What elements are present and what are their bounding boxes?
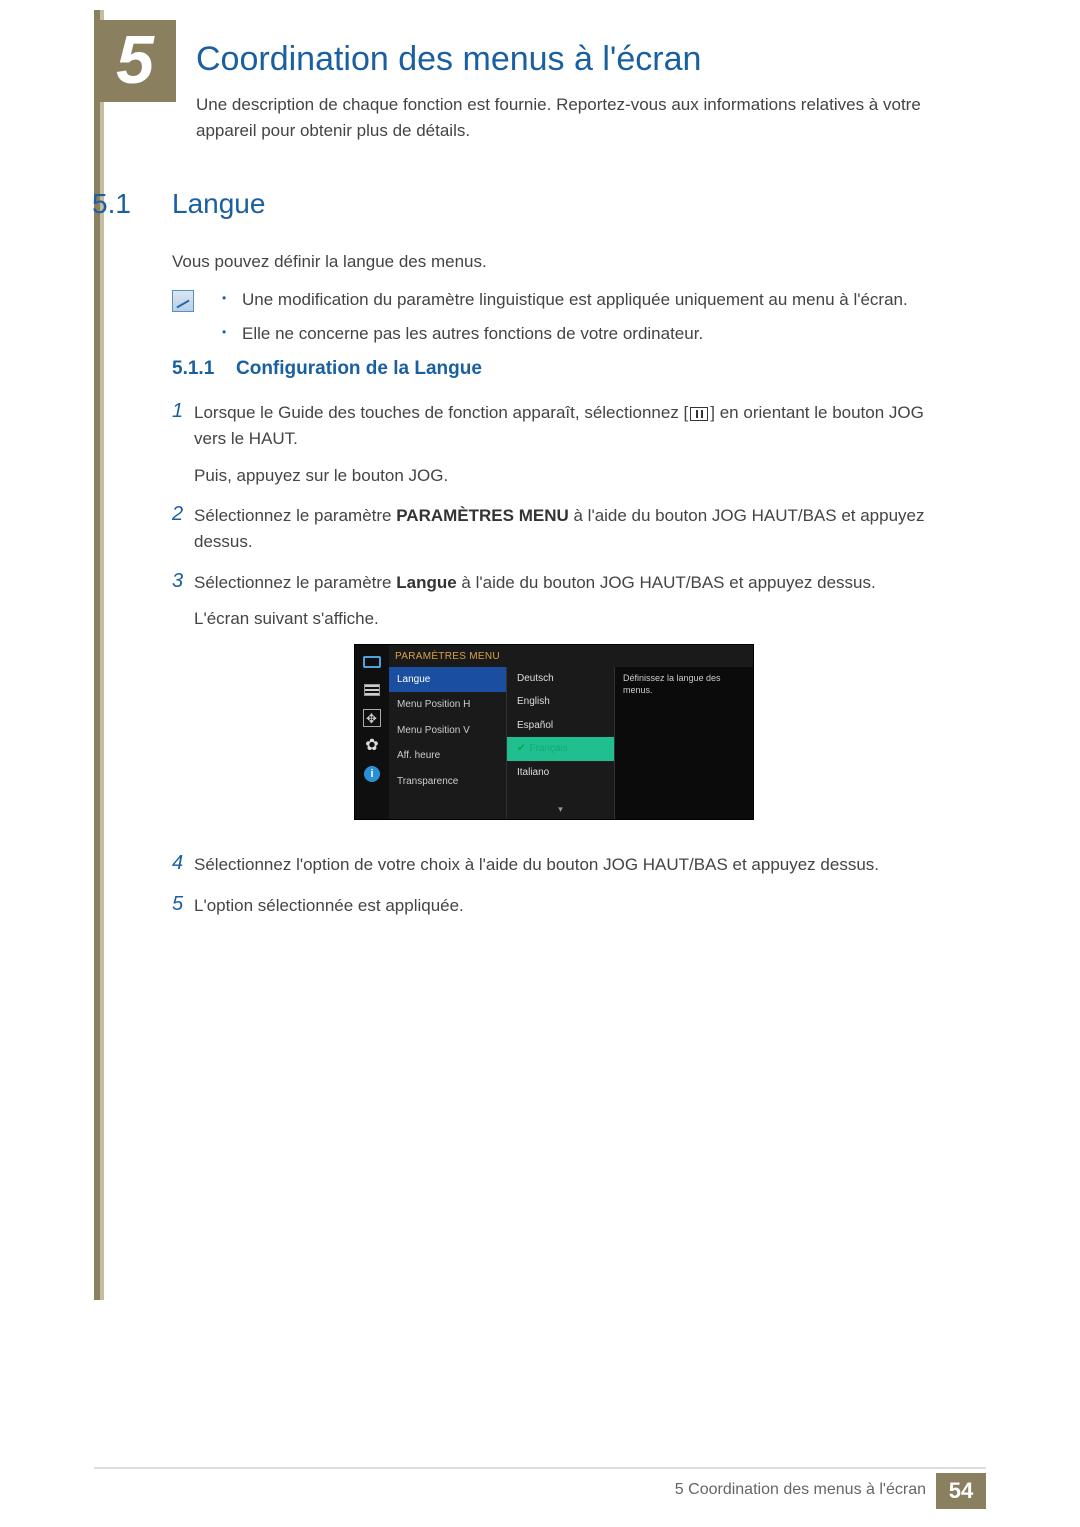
step-text: L'option sélectionnée est appliquée. [194,893,464,919]
step-text-part: Sélectionnez le paramètre [194,506,396,525]
step-text-part: à l'aide du bouton JOG HAUT/BAS et appuy… [457,573,876,592]
footer-chapter-label: 5 Coordination des menus à l'écran [675,1481,926,1499]
osd-screenshot: ✿ i PARAMÈTRES MENU Langue Menu Position… [354,644,754,820]
arrows-icon [362,709,382,727]
step-2: 2 Sélectionnez le paramètre PARAMÈTRES M… [172,503,932,556]
subsection-title: Configuration de la Langue [236,358,482,380]
steps-list: 1 Lorsque le Guide des touches de foncti… [172,400,932,933]
section-intro: Vous pouvez définir la langue des menus. [172,252,487,272]
osd-option: Español [507,714,614,738]
info-icon: i [362,765,382,783]
osd-main: PARAMÈTRES MENU Langue Menu Position H M… [389,645,753,819]
step-number: 4 [172,852,194,878]
subsection-number: 5.1.1 [172,358,214,380]
osd-menu-item: Transparence [389,769,506,795]
osd-menu-item: Aff. heure [389,743,506,769]
osd-menu-item-selected: Langue [389,667,506,693]
monitor-icon [362,653,382,671]
step-text-part: L'écran suivant s'affiche. [194,609,379,628]
step-text-part: Puis, appuyez sur le bouton JOG. [194,466,448,485]
step-text: Sélectionnez le paramètre PARAMÈTRES MEN… [194,503,932,556]
osd-menu-column: Langue Menu Position H Menu Position V A… [389,667,507,820]
step-4: 4 Sélectionnez l'option de votre choix à… [172,852,932,878]
chapter-number-box: 5 [94,20,176,102]
osd-help-text: Définissez la langue des menus. [615,667,753,820]
footer-page-number: 54 [936,1473,986,1509]
step-number: 3 [172,570,194,839]
document-page: 5 Coordination des menus à l'écran Une d… [0,0,1080,1527]
osd-header: PARAMÈTRES MENU [389,645,753,667]
bold-term: Langue [396,573,456,592]
step-5: 5 L'option sélectionnée est appliquée. [172,893,932,919]
osd-option: Deutsch [507,667,614,691]
step-number: 5 [172,893,194,919]
step-3: 3 Sélectionnez le paramètre Langue à l'a… [172,570,932,839]
footer-divider [94,1467,986,1469]
list-icon [362,681,382,699]
step-text: Sélectionnez l'option de votre choix à l… [194,852,879,878]
osd-option-label: Français [529,743,567,754]
check-icon: ✔ [517,743,525,754]
gear-icon: ✿ [362,737,382,755]
note-item: Une modification du paramètre linguistiq… [222,288,922,312]
note-item: Elle ne concerne pas les autres fonction… [222,322,922,346]
bold-term: PARAMÈTRES MENU [396,506,569,525]
section-title: Langue [172,188,265,220]
chapter-title: Coordination des menus à l'écran [196,40,701,79]
step-text-part: Sélectionnez le paramètre [194,573,396,592]
osd-menu-item: Menu Position V [389,718,506,744]
step-text: Lorsque le Guide des touches de fonction… [194,400,932,489]
osd-option: English [507,690,614,714]
step-number: 1 [172,400,194,489]
osd-menu-item: Menu Position H [389,692,506,718]
menu-icon [690,407,708,421]
note-list: Une modification du paramètre linguistiq… [222,288,922,356]
step-text: Sélectionnez le paramètre Langue à l'aid… [194,570,876,839]
osd-option: Italiano [507,761,614,785]
note-icon [172,290,194,312]
chevron-down-icon: ▾ [558,803,563,817]
step-number: 2 [172,503,194,556]
step-text-part: Lorsque le Guide des touches de fonction… [194,403,688,422]
osd-icon-column: ✿ i [355,645,389,819]
chapter-description: Une description de chaque fonction est f… [196,92,926,145]
section-number: 5.1 [92,188,131,220]
osd-option-active: ✔ Français [507,737,614,761]
osd-options-column: Deutsch English Español ✔ Français Italia… [507,667,615,820]
step-1: 1 Lorsque le Guide des touches de foncti… [172,400,932,489]
